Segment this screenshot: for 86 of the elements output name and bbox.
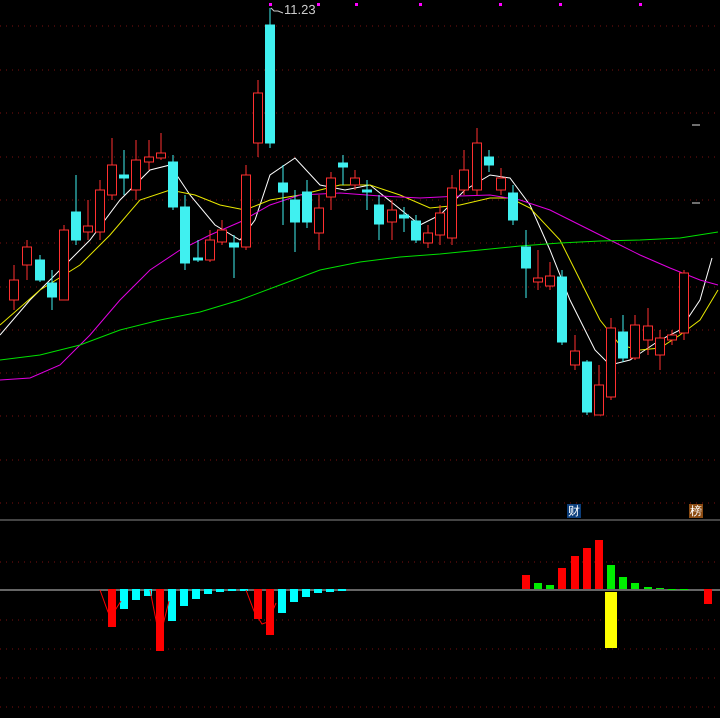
histogram-bar — [619, 577, 627, 589]
candlestick — [508, 184, 518, 226]
candlestick — [314, 194, 324, 250]
signal-line — [246, 590, 276, 625]
histogram-bar — [558, 568, 566, 589]
candlestick — [533, 250, 543, 290]
histogram-bar — [168, 589, 176, 621]
histogram-bar — [583, 548, 591, 589]
candlestick — [399, 206, 409, 232]
candlestick — [435, 204, 445, 246]
candlestick — [679, 270, 689, 340]
candlestick — [217, 220, 227, 246]
candlestick — [570, 334, 580, 370]
candlestick — [521, 230, 531, 298]
candlestick — [350, 170, 360, 190]
candlestick — [302, 180, 312, 228]
histogram-bar — [605, 592, 617, 648]
histogram-bar — [534, 583, 542, 589]
histogram-bar — [132, 589, 140, 600]
indicator-badge: 财 — [567, 504, 581, 518]
candlestick — [545, 262, 555, 290]
price-tick — [692, 202, 700, 204]
candlestick — [35, 254, 45, 282]
histogram-bar — [216, 589, 224, 592]
candlestick — [229, 234, 239, 278]
candlestick — [71, 174, 81, 246]
candlestick — [9, 264, 19, 310]
candlestick — [22, 240, 32, 280]
candlestick — [131, 140, 141, 200]
candlestick — [387, 200, 397, 240]
candlestick — [144, 140, 154, 170]
candlestick — [643, 308, 653, 356]
high-price-label: 11.23 — [284, 3, 316, 16]
candlestick — [594, 364, 604, 416]
histogram-bar — [522, 575, 530, 589]
histogram-bar — [156, 589, 164, 651]
histogram-bar — [192, 589, 200, 599]
histogram-bar — [204, 589, 212, 594]
price-tick — [692, 124, 700, 126]
histogram-bar — [108, 589, 116, 627]
histogram-bar — [314, 589, 322, 593]
candlestick — [630, 314, 640, 360]
candlestick — [655, 330, 665, 370]
histogram-bar — [120, 589, 128, 609]
candlestick — [618, 314, 628, 362]
candlestick — [582, 360, 592, 416]
candlestick — [484, 150, 494, 172]
candlestick — [107, 138, 117, 200]
candlestick — [667, 330, 677, 346]
candlestick — [156, 132, 166, 160]
candlestick — [326, 172, 336, 210]
candlestick — [83, 200, 93, 240]
candlestick — [472, 128, 482, 196]
histogram-bar — [546, 585, 554, 589]
histogram-bar — [266, 589, 274, 635]
histogram-bar — [607, 565, 615, 589]
histogram-bar — [631, 583, 639, 589]
candlestick — [119, 150, 129, 196]
candlestick — [47, 270, 57, 310]
candlestick — [95, 180, 105, 240]
histogram-bar — [290, 589, 298, 602]
candlestick — [193, 240, 203, 262]
indicator-badge: 榜 — [689, 504, 703, 518]
histogram-bar — [278, 589, 286, 613]
candlestick — [290, 190, 300, 252]
candlestick — [423, 224, 433, 248]
signal-line — [100, 590, 122, 612]
candlestick — [496, 168, 506, 196]
candlestick — [168, 154, 178, 210]
histogram-bar — [254, 589, 262, 619]
histogram-bar — [302, 589, 310, 597]
candlestick — [374, 194, 384, 240]
histogram-bar — [326, 589, 334, 592]
leader-line — [270, 8, 284, 14]
histogram-bar — [704, 589, 712, 604]
signal-line — [150, 590, 170, 626]
histogram-bar — [595, 540, 603, 589]
candlestick — [338, 154, 348, 186]
candlestick — [205, 230, 215, 262]
candlestick — [362, 180, 372, 210]
candlestick — [411, 214, 421, 244]
candlestick — [447, 174, 457, 246]
histogram-bar — [180, 589, 188, 606]
candlestick — [278, 164, 288, 226]
candlestick — [459, 150, 469, 196]
histogram-bar — [571, 556, 579, 589]
